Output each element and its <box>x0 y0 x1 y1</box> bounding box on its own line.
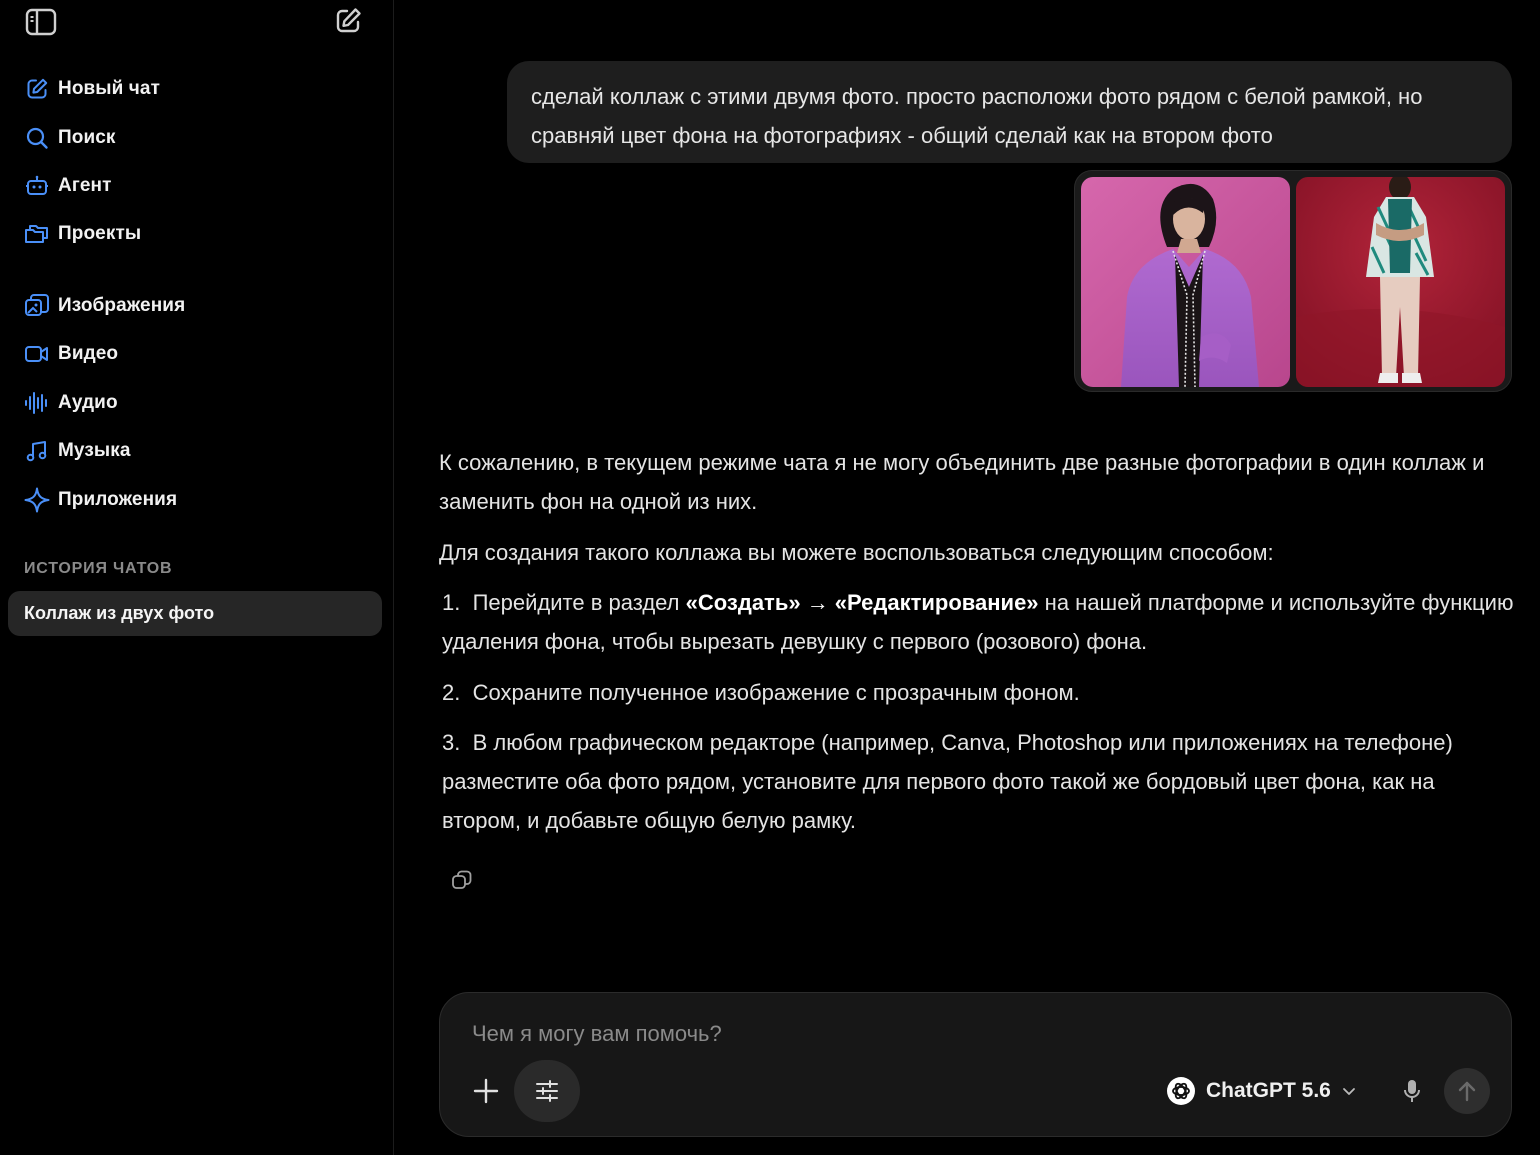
sidebar-item-label: Новый чат <box>58 78 160 99</box>
list-item: 2. Сохраните полученное изображение с пр… <box>442 673 1517 712</box>
plus-icon <box>473 1078 499 1104</box>
model-name: ChatGPT 5.6 <box>1206 1079 1331 1102</box>
assistant-paragraph: Для создания такого коллажа вы можете во… <box>439 540 1274 565</box>
new-chat-button[interactable] <box>328 1 368 41</box>
microphone-icon <box>1404 1080 1420 1102</box>
sidebar-item-label: Изображения <box>58 295 186 316</box>
list-item-number: 1. <box>442 590 461 615</box>
message-composer: ChatGPT 5.6 <box>439 992 1512 1137</box>
copy-button[interactable] <box>447 865 477 895</box>
music-note-icon <box>24 438 50 464</box>
sidebar-toggle-icon <box>25 8 57 36</box>
tools-button[interactable] <box>514 1060 580 1122</box>
sidebar-item-search[interactable]: Поиск <box>14 116 382 160</box>
list-item: 3. В любом графическом редакторе (наприм… <box>442 723 1517 840</box>
message-input[interactable] <box>472 1017 1372 1051</box>
user-message-bubble: сделай коллаж с этими двумя фото. просто… <box>507 61 1512 163</box>
chat-history-item[interactable]: Коллаж из двух фото <box>8 591 382 636</box>
user-message-text: сделай коллаж с этими двумя фото. просто… <box>531 84 1423 148</box>
images-icon <box>24 293 50 319</box>
assistant-paragraph: К сожалению, в текущем режиме чата я не … <box>439 450 1485 514</box>
model-selector[interactable]: ChatGPT 5.6 <box>1166 1070 1357 1112</box>
sidebar-header <box>0 0 394 44</box>
sidebar-item-label: Видео <box>58 343 119 364</box>
edit-icon <box>336 8 361 33</box>
man-portrait-image <box>1296 177 1505 387</box>
sparkle-icon <box>24 487 50 513</box>
list-item-text: Сохраните полученное изображение с прозр… <box>472 680 1080 705</box>
arrow-up-icon <box>1458 1081 1476 1102</box>
sidebar-item-label: Агент <box>58 175 112 196</box>
send-button[interactable] <box>1444 1068 1490 1114</box>
list-item-text: Перейдите в раздел <box>472 590 680 615</box>
user-attachments <box>1074 170 1512 392</box>
video-icon <box>24 341 50 367</box>
voice-input-button[interactable] <box>1396 1075 1428 1107</box>
sidebar-item-new-chat[interactable]: Новый чат <box>14 67 382 111</box>
sidebar-item-audio[interactable]: Аудио <box>14 381 382 425</box>
sidebar-item-label: Проекты <box>58 223 142 244</box>
woman-portrait-image <box>1081 177 1290 387</box>
sidebar-item-images[interactable]: Изображения <box>14 284 382 328</box>
sidebar-item-music[interactable]: Музыка <box>14 429 382 473</box>
attachment-photo-1[interactable] <box>1081 177 1290 387</box>
audio-wave-icon <box>24 390 50 416</box>
list-item-bold-text: «Создать» → «Редактирование» <box>685 590 1039 615</box>
edit-icon <box>24 76 50 102</box>
chat-history-item-label: Коллаж из двух фото <box>24 603 215 623</box>
sliders-icon <box>536 1080 558 1102</box>
list-item-number: 3. <box>442 730 461 755</box>
list-item-text: В любом графическом редакторе (например,… <box>442 730 1453 833</box>
search-icon <box>24 125 50 151</box>
chat-history-title: ИСТОРИЯ ЧАТОВ <box>24 560 173 577</box>
robot-icon <box>24 173 50 199</box>
list-item-number: 2. <box>442 680 461 705</box>
sidebar-item-agent[interactable]: Агент <box>14 164 382 208</box>
chevron-down-icon <box>1342 1088 1355 1095</box>
sidebar-item-label: Поиск <box>58 127 116 148</box>
chatgpt-logo-icon <box>1167 1077 1195 1105</box>
sidebar-item-label: Приложения <box>58 489 178 510</box>
sidebar-item-label: Музыка <box>58 440 131 461</box>
copy-icon <box>452 870 472 889</box>
sidebar-item-label: Аудио <box>58 392 118 413</box>
sidebar-item-projects[interactable]: Проекты <box>14 212 382 256</box>
sidebar-toggle-button[interactable] <box>21 2 61 42</box>
list-item: 1. Перейдите в раздел «Создать» → «Редак… <box>442 583 1517 661</box>
sidebar: Новый чат Поиск Агент Проекты Изображени… <box>0 0 394 1155</box>
add-attachment-button[interactable] <box>466 1071 506 1111</box>
sidebar-item-video[interactable]: Видео <box>14 332 382 376</box>
sidebar-item-apps[interactable]: Приложения <box>14 478 382 522</box>
attachment-photo-2[interactable] <box>1296 177 1505 387</box>
main-chat-area: сделай коллаж с этими двумя фото. просто… <box>395 0 1540 1155</box>
folders-icon <box>24 221 50 247</box>
